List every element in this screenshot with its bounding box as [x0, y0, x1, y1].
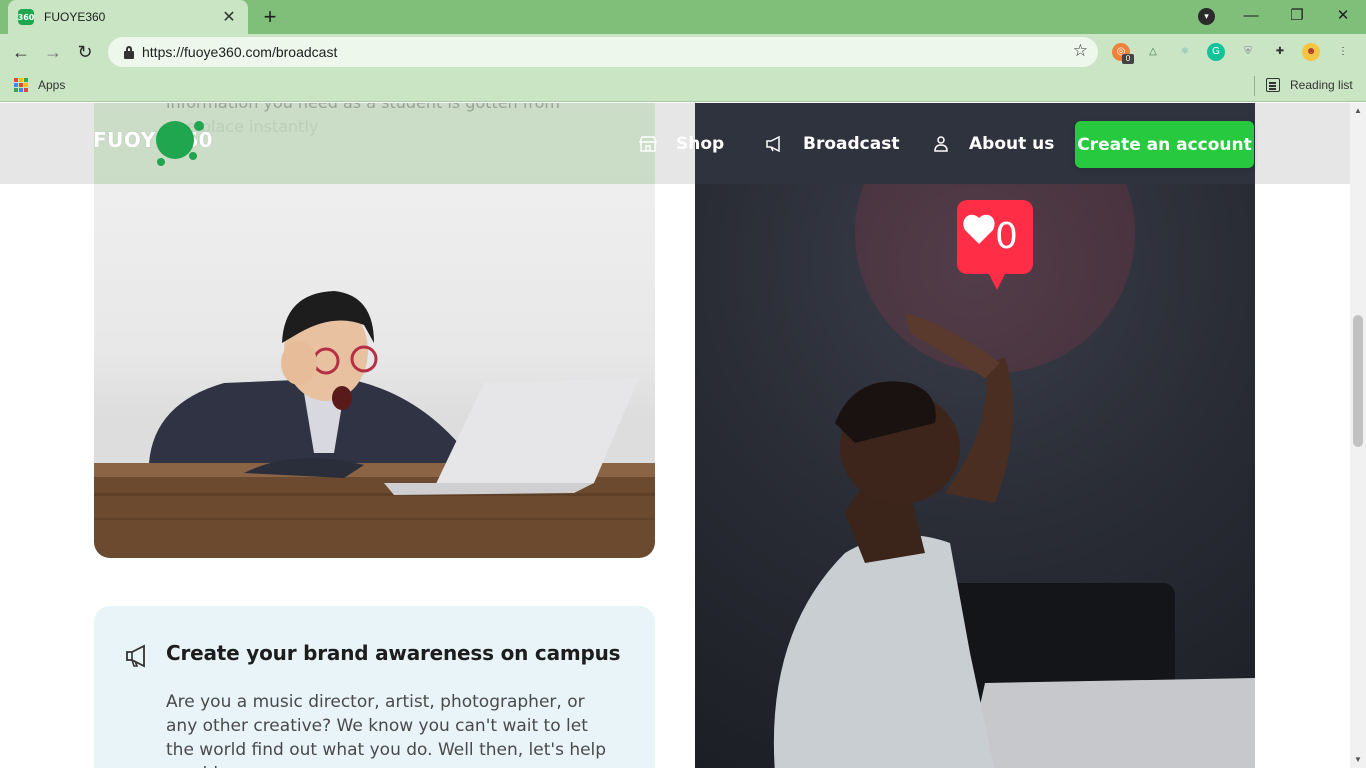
browser-tab[interactable]: 360 FUOYE360 ✕	[8, 0, 248, 34]
site-header: information you need as a student is got…	[0, 103, 1350, 184]
url-text[interactable]: https://fuoye360.com/broadcast	[142, 44, 337, 60]
apps-bookmark[interactable]: Apps	[38, 78, 65, 92]
profile-avatar[interactable]: ☻	[1302, 43, 1320, 61]
tab-search-icon[interactable]: ▾	[1198, 8, 1215, 25]
scroll-up-icon[interactable]: ▲	[1350, 103, 1366, 119]
nav-shop[interactable]: Shop	[638, 129, 724, 159]
nav-about[interactable]: About us	[931, 129, 1054, 159]
create-account-button[interactable]: Create an account	[1075, 121, 1254, 168]
nav-broadcast-label: Broadcast	[803, 134, 900, 154]
grammarly-icon[interactable]: G	[1207, 43, 1225, 61]
megaphone-icon	[126, 644, 145, 668]
bookmarks-bar: Apps Reading list	[0, 70, 1366, 102]
tab-strip: 360 FUOYE360 ✕ + ▾ — ❐ ✕	[0, 0, 1366, 34]
like-count-text: 0	[995, 216, 1018, 257]
extension-shield-icon[interactable]: ⛨	[1239, 43, 1257, 61]
address-bar[interactable]: https://fuoye360.com/broadcast ☆	[108, 37, 1098, 67]
minimize-icon[interactable]: —	[1236, 4, 1266, 28]
extension-triangle-icon[interactable]: △	[1144, 43, 1162, 61]
scroll-down-icon[interactable]: ▼	[1350, 752, 1366, 768]
nav-broadcast[interactable]: Broadcast	[765, 129, 899, 159]
close-tab-icon[interactable]: ✕	[220, 7, 238, 27]
tab-title: FUOYE360	[44, 10, 106, 24]
nav-shop-label: Shop	[676, 134, 725, 154]
browser-toolbar: ← → ↻ https://fuoye360.com/broadcast ☆ ◎…	[0, 34, 1366, 70]
site-logo[interactable]: FUOYE360	[93, 114, 213, 168]
restore-icon[interactable]: ❐	[1282, 4, 1312, 28]
extensions-puzzle-icon[interactable]: ✚	[1271, 43, 1289, 61]
nav-about-label: About us	[969, 134, 1055, 154]
browser-menu-icon[interactable]: ⋮	[1334, 43, 1352, 61]
bookmark-star-icon[interactable]: ☆	[1073, 41, 1088, 61]
back-icon[interactable]: ←	[8, 39, 34, 65]
bookmark-divider	[1254, 76, 1255, 96]
fuoye-favicon-icon: 360	[18, 9, 34, 25]
apps-grid-icon[interactable]	[14, 78, 28, 92]
extension-badge: 0	[1122, 54, 1134, 64]
megaphone-icon	[765, 135, 785, 153]
scrollbar-thumb[interactable]	[1353, 315, 1363, 447]
page-viewport: 0 Create your brand awareness on campus …	[0, 103, 1350, 768]
extension-react-icon[interactable]: ⚛	[1176, 43, 1194, 61]
feature-card-title: Create your brand awareness on campus	[166, 641, 621, 665]
scrolled-paragraph-text: information you need as a student is got…	[166, 103, 560, 136]
store-icon	[638, 135, 658, 153]
like-notification-badge: 0	[955, 198, 1035, 290]
close-window-icon[interactable]: ✕	[1328, 4, 1358, 28]
feature-card: Create your brand awareness on campus Ar…	[94, 606, 655, 768]
reading-list-button[interactable]: Reading list	[1290, 78, 1353, 92]
reload-icon[interactable]: ↻	[72, 39, 98, 65]
new-tab-button[interactable]: +	[258, 5, 282, 29]
reading-list-icon[interactable]	[1266, 78, 1280, 92]
logo-circle-icon	[156, 121, 204, 166]
page-scrollbar[interactable]: ▲ ▼	[1350, 103, 1366, 768]
forward-icon[interactable]: →	[40, 39, 66, 65]
feature-card-body: Are you a music director, artist, photog…	[166, 692, 607, 768]
user-icon	[931, 135, 951, 153]
lock-icon[interactable]	[122, 45, 136, 59]
